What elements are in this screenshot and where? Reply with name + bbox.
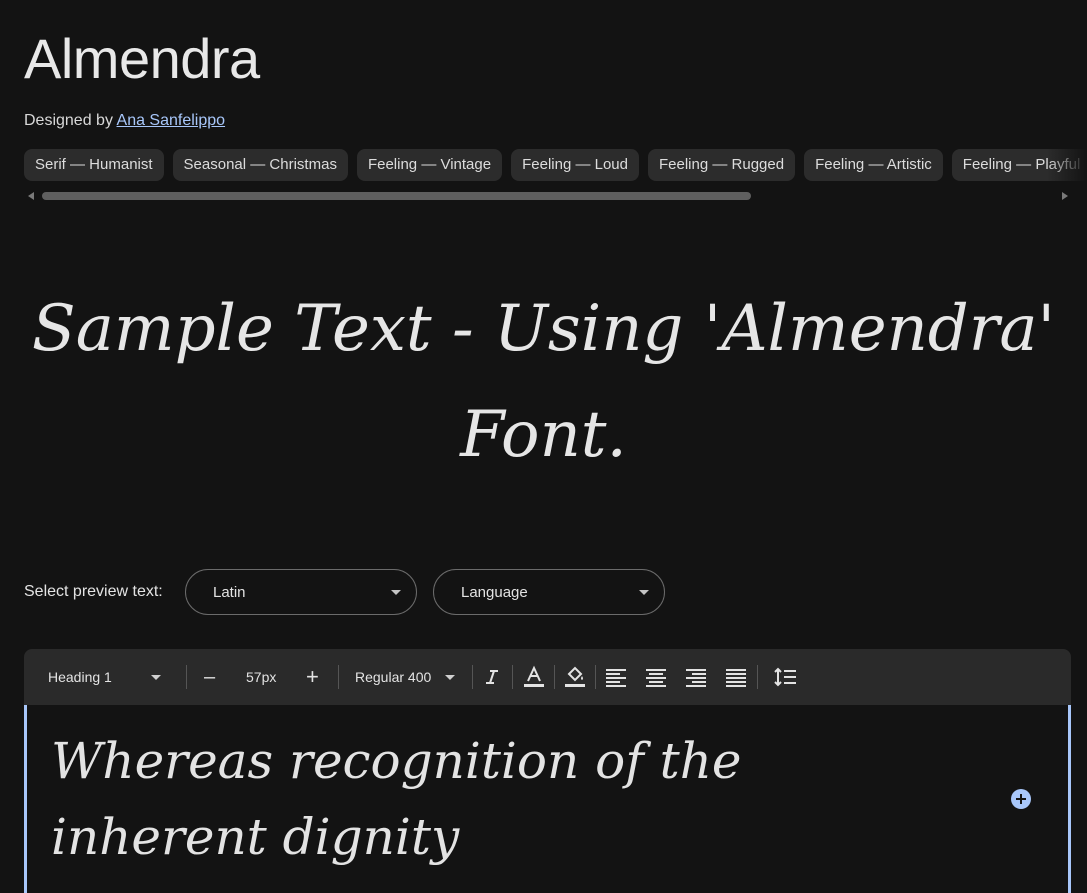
designer-line: Designed by Ana Sanfelippo <box>24 112 225 130</box>
italic-icon[interactable] <box>478 663 506 691</box>
font-weight-dropdown[interactable]: Regular 400 <box>355 649 431 705</box>
chevron-down-icon <box>391 590 401 595</box>
line-height-icon[interactable] <box>771 663 799 691</box>
tags-scrollbar[interactable] <box>24 190 1072 202</box>
tag-chip[interactable]: Seasonal — Christmas <box>172 149 348 181</box>
toolbar-divider <box>512 665 513 689</box>
font-weight-value: Regular 400 <box>355 669 432 685</box>
editor-toolbar: Heading 1 – 57px + Regular 400 <box>24 649 1071 705</box>
toolbar-divider <box>757 665 758 689</box>
preview-text-label: Select preview text: <box>24 583 163 600</box>
toolbar-divider <box>338 665 339 689</box>
font-title: Almendra <box>24 27 260 90</box>
align-left-icon[interactable] <box>602 663 630 691</box>
toolbar-divider <box>186 665 187 689</box>
tag-chip[interactable]: Feeling — Artistic <box>804 149 943 181</box>
scrollbar-thumb[interactable] <box>42 192 751 200</box>
tag-chip[interactable]: Feeling — Vintage <box>356 149 503 181</box>
align-center-icon[interactable] <box>642 663 670 691</box>
chevron-down-icon <box>151 675 161 680</box>
sample-text-line1: Sample Text - Using 'Almendra' <box>31 292 1056 366</box>
align-right-icon[interactable] <box>682 663 710 691</box>
align-justify-icon[interactable] <box>722 663 750 691</box>
language-select[interactable]: Language <box>433 569 665 615</box>
decrease-size-button[interactable]: – <box>204 649 215 705</box>
language-select-value: Language <box>461 584 528 601</box>
script-select[interactable]: Latin <box>185 569 417 615</box>
chevron-down-icon <box>639 590 649 595</box>
block-style-value: Heading 1 <box>48 669 112 685</box>
chevron-down-icon <box>445 675 455 680</box>
tag-chip[interactable]: Serif — Humanist <box>24 149 164 181</box>
add-circle-icon[interactable] <box>1011 789 1031 809</box>
toolbar-divider <box>472 665 473 689</box>
script-select-value: Latin <box>213 584 246 601</box>
tags-fade <box>1047 149 1087 182</box>
font-size-value[interactable]: 57px <box>246 649 276 705</box>
sample-text-preview: Sample Text - Using 'Almendra' Font. <box>0 276 1087 488</box>
designer-link[interactable]: Ana Sanfelippo <box>117 112 226 129</box>
editor-text-area[interactable]: Whereas recognition of the inherent dign… <box>24 705 1071 893</box>
toolbar-divider <box>595 665 596 689</box>
highlight-color-icon[interactable] <box>561 663 589 691</box>
tag-chip[interactable]: Feeling — Loud <box>511 149 639 181</box>
designed-by-label: Designed by <box>24 112 113 129</box>
scroll-left-arrow-icon[interactable] <box>28 192 34 200</box>
scroll-right-arrow-icon[interactable] <box>1062 192 1068 200</box>
toolbar-divider <box>554 665 555 689</box>
tag-chip[interactable]: Feeling — Rugged <box>648 149 796 181</box>
sample-text-line2: Font. <box>460 398 627 472</box>
editor-content[interactable]: Whereas recognition of the inherent dign… <box>51 723 951 875</box>
text-color-icon[interactable] <box>520 663 548 691</box>
tag-list: Serif — Humanist Seasonal — Christmas Feel… <box>24 149 1087 182</box>
increase-size-button[interactable]: + <box>306 649 319 705</box>
